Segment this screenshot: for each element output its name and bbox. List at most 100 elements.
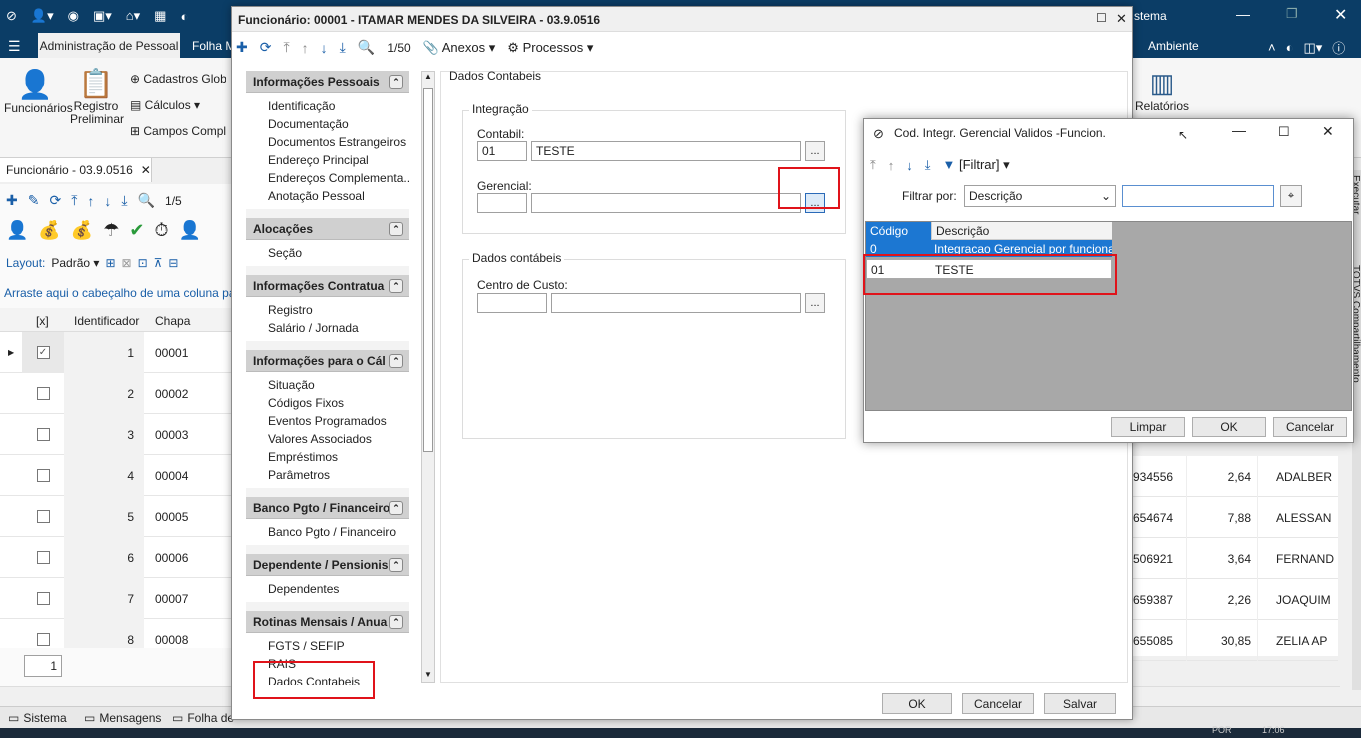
nav-section-header[interactable]: Rotinas Mensais / Anua ⌃ xyxy=(246,611,409,633)
tab-folha[interactable]: Folha M xyxy=(192,39,235,53)
nav-item[interactable]: FGTS / SEFIP xyxy=(268,637,409,655)
table-row[interactable]: 4 00004 xyxy=(0,455,232,496)
table-row[interactable]: 659387 2,26 JOAQUIM xyxy=(1130,579,1338,620)
help-icon[interactable]: ◐ xyxy=(1286,40,1294,55)
view-icon[interactable]: ◉ xyxy=(68,8,79,24)
tab-folha[interactable]: ▭ Folha de xyxy=(172,711,234,725)
col-codigo[interactable]: Código xyxy=(866,222,932,240)
user-menu-icon[interactable]: 👤▾ xyxy=(31,8,54,24)
window-icon[interactable]: ▣▾ xyxy=(93,8,112,24)
row-checkbox[interactable] xyxy=(36,633,50,646)
col-identificador[interactable]: Identificador xyxy=(74,314,139,328)
info-icon[interactable]: ⓘ xyxy=(1332,38,1345,57)
nav-section-header[interactable]: Alocações ⌃ xyxy=(246,218,409,240)
table-row[interactable]: ▶ ✓ 1 00001 xyxy=(0,332,232,373)
centro-custo-description-input[interactable] xyxy=(551,293,801,313)
delete-person-icon[interactable]: 👤 xyxy=(179,220,201,241)
home-icon[interactable]: ⌂▾ xyxy=(126,8,140,24)
gerencial-description-input[interactable] xyxy=(531,193,801,213)
prev-icon[interactable]: ↑ xyxy=(888,158,895,173)
nav-item[interactable]: Eventos Programados xyxy=(268,412,409,430)
last-icon[interactable]: ⤓ xyxy=(121,192,127,209)
scroll-up-icon[interactable]: ▲ xyxy=(423,72,433,84)
page-number-box[interactable]: 1 xyxy=(24,655,62,677)
table-row[interactable]: 654674 7,88 ALESSAN xyxy=(1130,497,1338,538)
add-coins-icon[interactable]: 💰 xyxy=(71,220,93,241)
apply-filter-icon[interactable]: ⌖ xyxy=(1280,185,1302,207)
filter-value-input[interactable] xyxy=(1122,185,1274,207)
funcionarios-button[interactable]: 👤 Funcionários xyxy=(4,68,73,115)
row-checkbox[interactable] xyxy=(36,551,50,564)
tab-sistema[interactable]: ▭ Sistema xyxy=(8,711,67,725)
lookup-ok-button[interactable]: OK xyxy=(1192,417,1266,437)
layout-export-icon[interactable]: ⊟ xyxy=(168,256,178,270)
nav-item[interactable]: Códigos Fixos xyxy=(268,394,409,412)
layout-refresh-icon[interactable]: ⊡ xyxy=(138,256,148,270)
layout-select[interactable]: Padrão ▾ xyxy=(51,256,99,270)
nav-section-header[interactable]: Informações Pessoais ⌃ xyxy=(246,71,409,93)
nav-item[interactable]: Documentação xyxy=(268,115,409,133)
contabil-code-input[interactable]: 01 xyxy=(477,141,527,161)
table-row[interactable]: 506921 3,64 FERNAND xyxy=(1130,538,1338,579)
add-icon[interactable]: ✚ xyxy=(6,192,18,209)
row-checkbox-cell[interactable] xyxy=(22,496,64,537)
tab-mensagens[interactable]: ▭ Mensagens xyxy=(84,711,161,725)
nav-item[interactable]: Identificação xyxy=(268,97,409,115)
nav-item[interactable]: Empréstimos xyxy=(268,448,409,466)
nav-section-header[interactable]: Informações para o Cál ⌃ xyxy=(246,350,409,372)
row-checkbox[interactable]: ✓ xyxy=(36,346,50,359)
cadastros-globais-button[interactable]: ⊕ Cadastros Glob xyxy=(130,66,226,92)
nav-item[interactable]: Registro xyxy=(268,301,409,319)
lookup-minimize-icon[interactable]: — xyxy=(1232,122,1246,138)
scroll-thumb[interactable] xyxy=(423,88,433,452)
coins-icon[interactable]: 💰 xyxy=(38,220,60,241)
save-button[interactable]: Salvar xyxy=(1044,693,1116,714)
nav-item[interactable]: Dependentes xyxy=(268,580,409,598)
nav-section-header[interactable]: Banco Pgto / Financeiro ⌃ xyxy=(246,497,409,519)
nav-item[interactable]: Endereço Principal xyxy=(268,151,409,169)
maximize-icon[interactable]: ☐ xyxy=(1096,11,1107,25)
prev-icon[interactable]: ↑ xyxy=(87,193,94,209)
anexos-menu[interactable]: 📎 Anexos ▾ xyxy=(423,40,496,56)
cancel-button[interactable]: Cancelar xyxy=(962,693,1034,714)
minimize-icon[interactable]: — xyxy=(1236,6,1250,22)
next-icon[interactable]: ↓ xyxy=(906,158,913,173)
table-row[interactable]: 6 00006 xyxy=(0,537,232,578)
table-row[interactable]: 655085 30,85 ZELIA AP xyxy=(1130,620,1338,661)
first-icon[interactable]: ⤒ xyxy=(71,192,77,209)
next-icon[interactable]: ↓ xyxy=(321,40,328,56)
collapse-icon[interactable]: ⌃ xyxy=(389,615,403,629)
last-icon[interactable]: ⤓ xyxy=(340,39,346,56)
col-select[interactable]: [x] xyxy=(36,314,49,328)
col-descricao[interactable]: Descrição xyxy=(936,224,989,238)
document-tab[interactable]: Funcionário - 03.9.0516 ✕ xyxy=(0,158,152,182)
table-row[interactable]: 5 00005 xyxy=(0,496,232,537)
next-icon[interactable]: ↓ xyxy=(104,193,111,209)
layout-icon[interactable]: ◫▾ xyxy=(1303,40,1322,56)
layout-save-icon[interactable]: ⊞ xyxy=(105,256,115,270)
nav-scrollbar[interactable]: ▲ ▼ xyxy=(421,71,435,683)
row-checkbox-cell[interactable] xyxy=(22,414,64,455)
calculos-button[interactable]: ▤ Cálculos ▾ xyxy=(130,92,226,118)
lookup-maximize-icon[interactable]: ☐ xyxy=(1278,124,1290,140)
nav-item[interactable]: Anotação Pessoal xyxy=(268,187,409,205)
nav-section-header[interactable]: Informações Contratua ⌃ xyxy=(246,275,409,297)
add-icon[interactable]: ✚ xyxy=(236,39,248,56)
filter-field-select[interactable]: Descrição ⌄ xyxy=(964,185,1116,207)
search-icon[interactable]: 🔍 xyxy=(138,192,155,209)
support-icon[interactable]: ◐ xyxy=(180,9,188,24)
ok-button[interactable]: OK xyxy=(882,693,952,714)
approve-icon[interactable]: ✔ xyxy=(129,220,144,241)
row-checkbox[interactable] xyxy=(36,387,50,400)
refresh-icon[interactable]: ⟳ xyxy=(260,39,272,56)
umbrella-icon[interactable]: ☂ xyxy=(103,220,119,241)
ambiente-label[interactable]: Ambiente xyxy=(1148,39,1199,53)
row-checkbox-cell[interactable] xyxy=(22,619,64,648)
row-checkbox-cell[interactable] xyxy=(22,578,64,619)
grid-icon[interactable]: ▦ xyxy=(154,8,166,24)
relatorios-button[interactable]: ▥ Relatórios xyxy=(1134,68,1190,113)
centro-custo-code-input[interactable] xyxy=(477,293,547,313)
remove-person-icon[interactable]: 👤 xyxy=(6,220,28,241)
registro-preliminar-button[interactable]: 📋 Registro Preliminar xyxy=(70,68,124,126)
scroll-down-icon[interactable]: ▼ xyxy=(423,670,433,682)
